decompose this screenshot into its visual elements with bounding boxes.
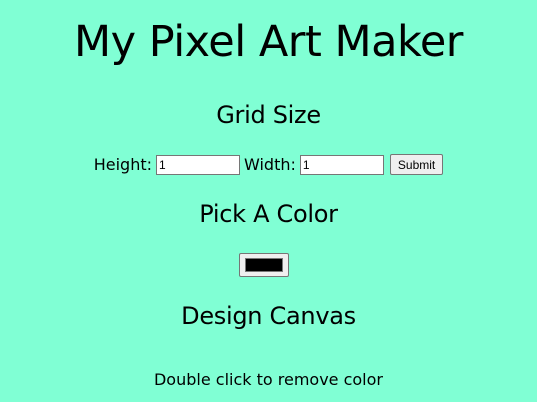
height-input[interactable] (156, 154, 241, 175)
pick-color-heading: Pick A Color (199, 200, 338, 228)
width-label: Width: (244, 154, 296, 174)
width-input[interactable] (299, 154, 384, 175)
size-picker-form: Height: Width: Submit (0, 154, 537, 175)
app-title: My Pixel Art Maker (74, 17, 463, 67)
color-swatch (245, 258, 283, 272)
grid-size-heading: Grid Size (216, 101, 321, 129)
remove-color-hint: Double click to remove color (153, 370, 383, 389)
design-canvas-heading: Design Canvas (181, 302, 356, 330)
submit-button[interactable]: Submit (389, 154, 444, 175)
height-label: Height: (93, 154, 153, 174)
color-picker[interactable] (239, 253, 289, 277)
